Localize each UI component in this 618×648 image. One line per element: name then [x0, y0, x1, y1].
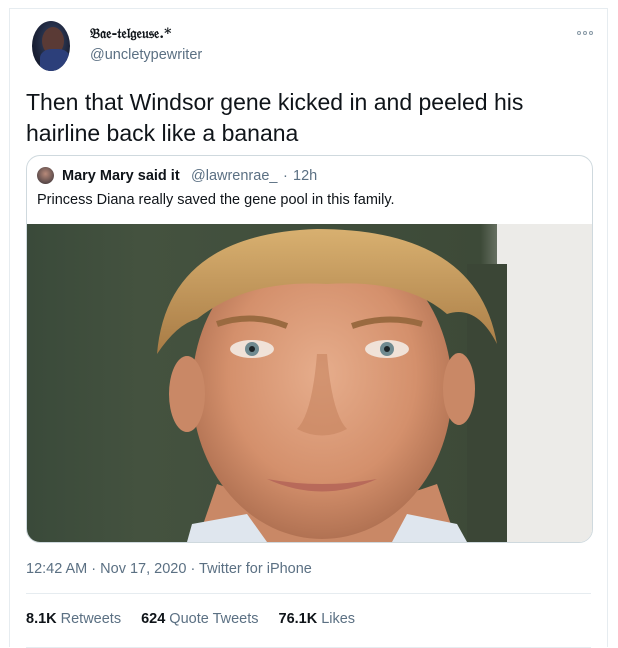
quoted-timestamp: 12h: [293, 168, 318, 184]
tweet-stats: 8.1K Retweets 624 Quote Tweets 76.1K Likes: [26, 611, 355, 627]
author-handle[interactable]: @uncletypewriter: [90, 47, 202, 63]
likes-label: Likes: [321, 611, 356, 627]
tweet-time[interactable]: 12:42 AM: [26, 561, 87, 577]
quoted-author-handle: @lawrenrae_: [191, 168, 278, 184]
quoted-tweet[interactable]: Mary Mary said it @lawrenrae_ · 12h Prin…: [26, 155, 593, 543]
author-display-name[interactable]: 𝔅𝔞𝔢-𝔱𝔢𝔩𝔤𝔢𝔲𝔰𝔢.*: [90, 26, 171, 42]
meta-separator: ·: [186, 561, 200, 577]
quoted-author-name: Mary Mary said it: [62, 168, 180, 184]
divider: [26, 593, 591, 594]
meta-separator: ·: [87, 561, 101, 577]
author-avatar[interactable]: [32, 21, 70, 71]
retweets-label: Retweets: [60, 611, 122, 627]
tweet-date[interactable]: Nov 17, 2020: [100, 561, 186, 577]
quote-tweets-stat[interactable]: 624 Quote Tweets: [141, 611, 258, 627]
quoted-separator: ·: [283, 168, 288, 184]
tweet-card: 𝔅𝔞𝔢-𝔱𝔢𝔩𝔤𝔢𝔲𝔰𝔢.* @uncletypewriter Then tha…: [9, 8, 608, 648]
quoted-text: Princess Diana really saved the gene poo…: [37, 192, 395, 208]
tweet-meta: 12:42 AM · Nov 17, 2020 · Twitter for iP…: [26, 561, 312, 577]
quoted-author-avatar: [37, 167, 54, 184]
tweet-text: Then that Windsor gene kicked in and pee…: [26, 89, 524, 146]
more-options-icon[interactable]: [577, 31, 593, 35]
tweet-client[interactable]: Twitter for iPhone: [199, 561, 312, 577]
quoted-photo[interactable]: [27, 224, 592, 542]
likes-count: 76.1K: [278, 611, 318, 627]
quotes-count: 624: [141, 611, 166, 627]
quotes-label: Quote Tweets: [169, 611, 259, 627]
retweets-count: 8.1K: [26, 611, 57, 627]
retweets-stat[interactable]: 8.1K Retweets: [26, 611, 121, 627]
likes-stat[interactable]: 76.1K Likes: [279, 611, 356, 627]
